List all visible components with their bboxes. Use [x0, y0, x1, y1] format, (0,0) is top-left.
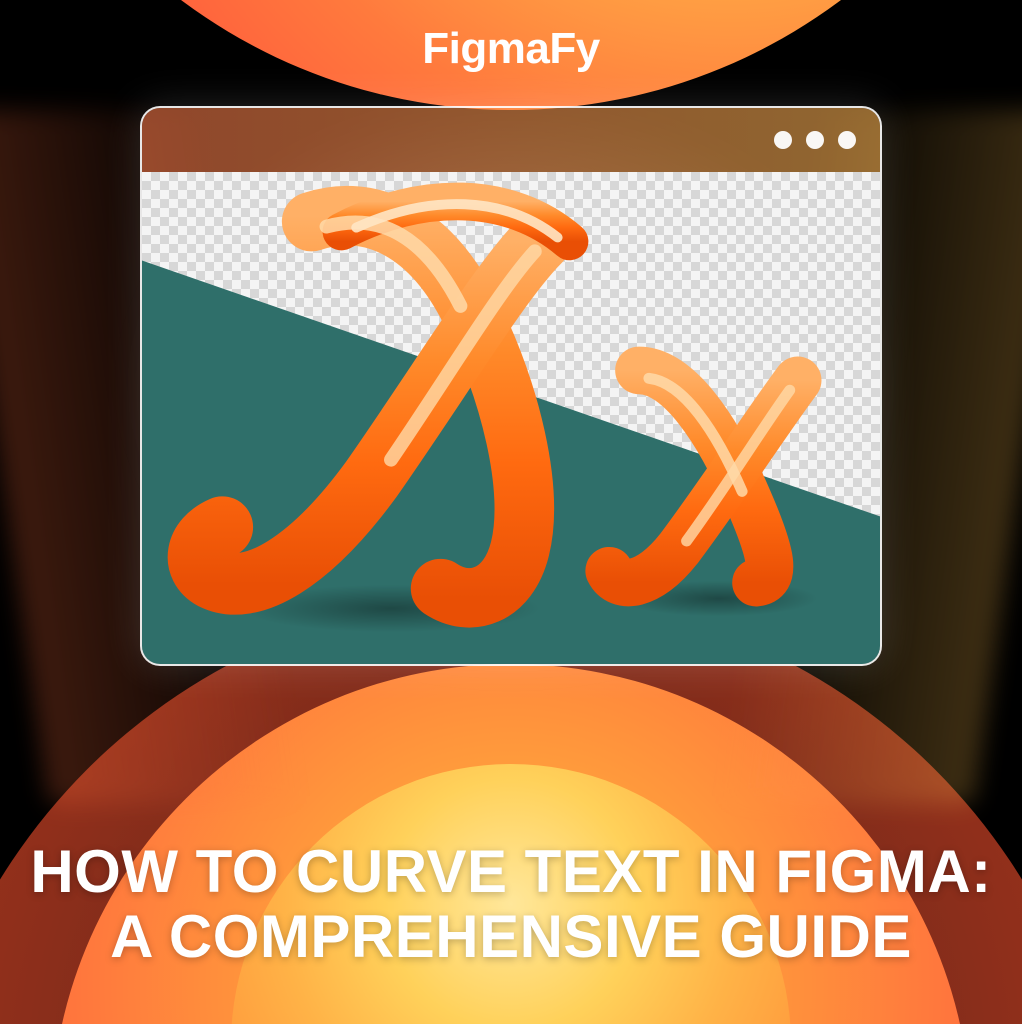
letter-art	[142, 172, 880, 664]
window-control-dot	[838, 131, 856, 149]
hero-title: HOW TO CURVE TEXT IN FIGMA: A COMPREHENS…	[0, 840, 1022, 970]
window-titlebar	[142, 108, 880, 172]
window-control-dot	[806, 131, 824, 149]
app-window	[140, 106, 882, 666]
window-canvas	[142, 172, 880, 664]
letter-small-x	[609, 370, 797, 582]
promo-card: FigmaFy	[0, 0, 1022, 1024]
brand-logo: FigmaFy	[0, 24, 1022, 74]
letter-big-x	[198, 201, 569, 597]
window-control-dot	[774, 131, 792, 149]
